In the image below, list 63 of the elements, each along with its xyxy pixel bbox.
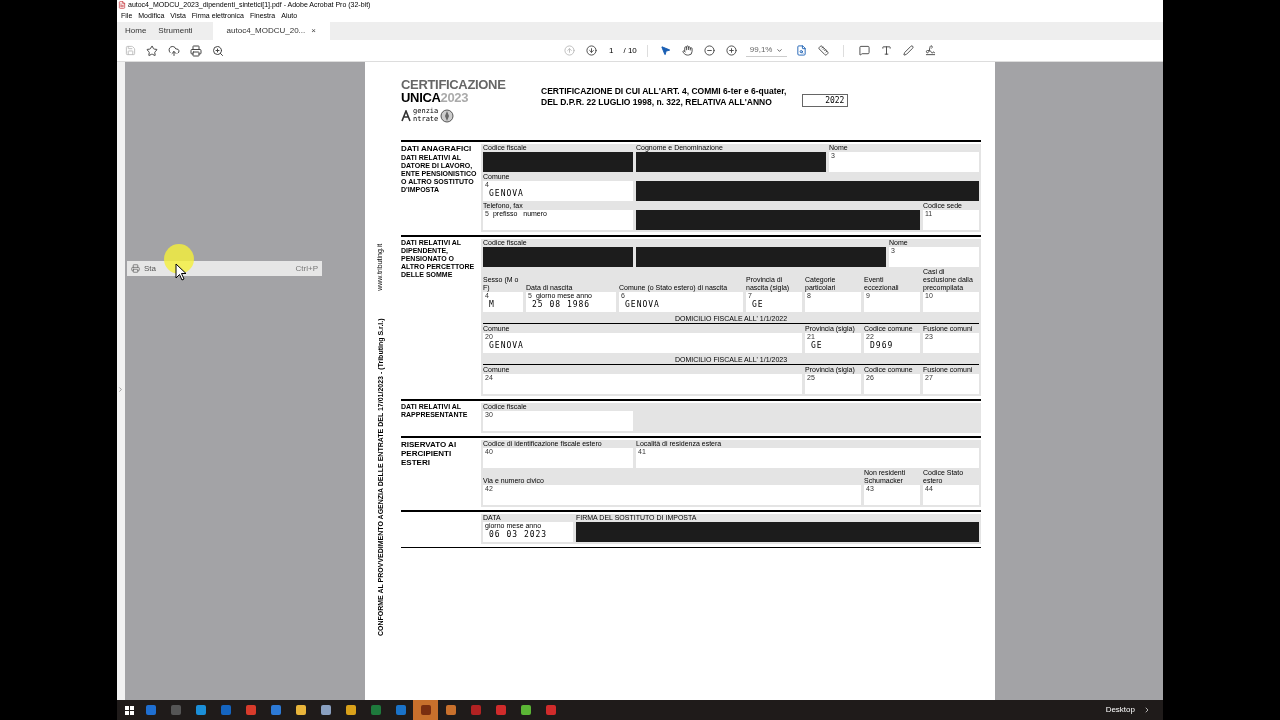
logo-title: CERTIFICAZIONE bbox=[401, 78, 507, 91]
field-value: GENOVA bbox=[488, 189, 525, 199]
app-icon bbox=[320, 705, 331, 715]
app-icon bbox=[545, 705, 556, 715]
app-icon bbox=[170, 705, 181, 715]
page-count: / 10 bbox=[623, 44, 637, 57]
year-field: 2022 bbox=[802, 94, 849, 107]
arrow-down-icon[interactable] bbox=[583, 42, 599, 59]
windows-start-icon[interactable] bbox=[125, 705, 134, 715]
app-icon bbox=[395, 705, 406, 715]
app-icon bbox=[220, 705, 231, 715]
print-icon[interactable] bbox=[188, 42, 204, 59]
app-icon bbox=[520, 705, 531, 715]
emblem-icon bbox=[440, 108, 455, 123]
field-value: GENOVA bbox=[624, 300, 661, 310]
app-icon bbox=[370, 705, 381, 715]
app-icon bbox=[470, 705, 481, 715]
measure-icon[interactable] bbox=[815, 42, 832, 59]
field-value: 06 03 2023 bbox=[489, 530, 549, 540]
field-value: GENOVA bbox=[488, 341, 525, 351]
pen-icon[interactable] bbox=[900, 42, 917, 59]
tab[interactable]: autoc4_MODCU_20... × bbox=[212, 22, 330, 40]
tab-label: Home bbox=[125, 25, 147, 37]
zoom-in-icon[interactable] bbox=[723, 42, 740, 59]
tab[interactable]: Strumenti bbox=[152, 22, 199, 40]
field-value: 25 08 1986 bbox=[531, 300, 592, 310]
tab[interactable]: Home bbox=[119, 22, 153, 40]
star-icon[interactable] bbox=[144, 42, 160, 59]
page-number-field[interactable]: 1 bbox=[605, 44, 618, 57]
shortcut-label: Ctrl+P bbox=[295, 262, 318, 275]
chevron-icon[interactable] bbox=[1143, 706, 1151, 714]
hand-icon[interactable] bbox=[679, 42, 696, 59]
menu-item[interactable]: Sta bbox=[144, 262, 156, 275]
app-icon bbox=[495, 705, 506, 715]
desktop-label[interactable]: Desktop bbox=[1105, 704, 1135, 716]
zoom-out-icon[interactable] bbox=[701, 42, 718, 59]
app-icon bbox=[420, 705, 431, 715]
tab-label: autoc4_MODCU_20... bbox=[226, 25, 306, 37]
app-icon bbox=[295, 705, 306, 715]
app-icon bbox=[145, 705, 156, 715]
pdf-icon bbox=[118, 1, 126, 9]
form-heading: CERTIFICAZIONE DI CUI ALL'ART. 4, COMMI 6-ter e 6-quater, bbox=[541, 86, 787, 97]
app-icon bbox=[445, 705, 456, 715]
app-icon bbox=[245, 705, 256, 715]
app-icon bbox=[195, 705, 206, 715]
tab-label: Strumenti bbox=[158, 25, 193, 37]
field-value: GE bbox=[810, 341, 824, 351]
form-heading: DEL D.P.R. 22 LUGLIO 1998, n. 322, RELATIVA ALL'ANNO bbox=[541, 97, 773, 108]
section-title: RISERVATO AI PERCIPIENTI ESTERI bbox=[401, 440, 458, 467]
field-value: M bbox=[488, 300, 496, 310]
logo-subtitle: UNICA bbox=[401, 91, 441, 105]
caret-icon bbox=[776, 46, 784, 54]
print-icon bbox=[131, 264, 140, 273]
app-icon bbox=[345, 705, 356, 715]
field-value: GE bbox=[751, 300, 765, 310]
agency-logo-icon bbox=[401, 109, 411, 122]
cursor-icon bbox=[175, 263, 187, 281]
section-title: DATI ANAGRAFICI bbox=[401, 144, 473, 153]
app-icon bbox=[270, 705, 281, 715]
zoom-dropdown[interactable]: 99,1% bbox=[745, 44, 788, 57]
logo-year: 2023 bbox=[440, 91, 469, 105]
tab-close[interactable]: × bbox=[311, 25, 316, 37]
field-value: D969 bbox=[869, 341, 895, 351]
